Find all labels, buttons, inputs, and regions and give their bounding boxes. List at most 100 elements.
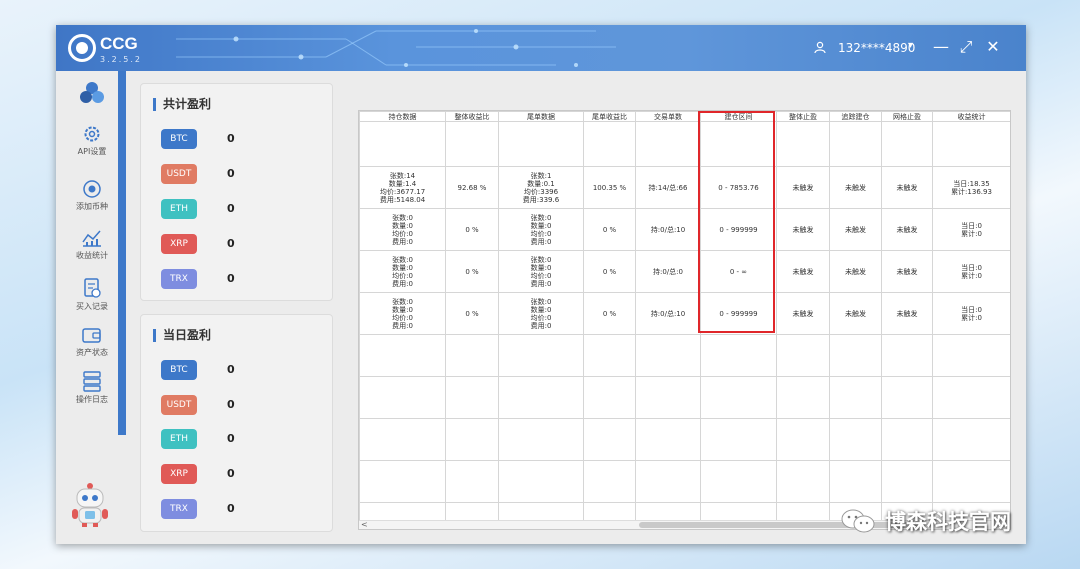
table-row[interactable]: 张数:0 数量:0 均价:0 费用:0 0 % 张数:0 数量:0 均价:0 费用:0 0 % 持:…	[359, 208, 1010, 251]
cell-line: 数量:0	[530, 263, 552, 272]
cell-line: 张数:0	[530, 213, 552, 222]
maximize-button[interactable]: ⤢	[956, 37, 976, 57]
range-cell: 0 - ∞	[700, 250, 777, 293]
overall-ratio-cell: 0 %	[445, 250, 499, 293]
panel-title: 共计盈利	[153, 98, 211, 111]
cell-line: 当日:0	[961, 221, 982, 230]
sidebar-item-add-coin[interactable]: 添加币种	[66, 179, 118, 212]
grid-cell: 未触发	[881, 166, 933, 209]
cell-line: 费用:0	[530, 237, 552, 246]
scroll-left-icon[interactable]: <	[361, 520, 368, 529]
cell-line: 累计:0	[961, 271, 982, 280]
coin-badge: XRP	[161, 234, 197, 254]
user-icon	[814, 41, 826, 53]
tail-ratio-cell: 0 %	[583, 292, 636, 335]
table-row[interactable]: 张数:0 数量:0 均价:0 费用:0 0 % 张数:0 数量:0 均价:0 费用:0 0 % 持:…	[359, 250, 1010, 293]
column-header: 尾单数据	[498, 111, 584, 122]
cell-line: 张数:0	[530, 255, 552, 264]
coin-badge: TRX	[161, 269, 197, 289]
app-name: CCG	[100, 34, 138, 53]
grid-cell: 未触发	[881, 292, 933, 335]
cell-line: 均价:0	[530, 313, 552, 322]
cell-line: 均价:0	[392, 313, 413, 322]
column-header: 交易单数	[635, 111, 701, 122]
gear-icon	[84, 126, 100, 142]
take-profit-cell: 未触发	[776, 292, 830, 335]
sidebar-accent-bar	[118, 71, 126, 435]
cell-line: 均价:3677.17	[379, 187, 426, 196]
position-cell: 张数:0 数量:0 均价:0 费用:0	[359, 208, 446, 251]
wechat-icon	[841, 509, 875, 533]
grid-cell: 未触发	[881, 208, 933, 251]
sidebar-item-asset-status[interactable]: 资产状态	[66, 325, 118, 358]
cell-line: 数量:0	[392, 221, 413, 230]
tail-ratio-cell: 0 %	[583, 250, 636, 293]
cell-line: 数量:0	[392, 305, 413, 314]
chart-icon	[82, 230, 101, 247]
coin-badge: TRX	[161, 499, 197, 519]
cell-line: 数量:0	[530, 221, 552, 230]
user-name[interactable]: 132****4890	[838, 41, 915, 55]
coin-badge: ETH	[161, 429, 197, 449]
coin-value: 0	[227, 237, 235, 250]
cell-line: 张数:0	[392, 255, 413, 264]
sidebar-item-api-settings[interactable]: API设置	[66, 124, 118, 157]
stats-cell: 当日:18.35 累计:136.93	[932, 166, 1010, 209]
coin-badge: ETH	[161, 199, 197, 219]
cell-line: 累计:0	[961, 229, 982, 238]
position-cell: 张数:0 数量:0 均价:0 费用:0	[359, 250, 446, 293]
sidebar-item-operation-log[interactable]: 操作日志	[66, 370, 118, 405]
minimize-button[interactable]: —	[931, 37, 951, 57]
cell-line: 费用:0	[530, 279, 552, 288]
app-window: CCG 3.2.5.2 132****4890 ▾ — ⤢ ✕ API设置 添加…	[56, 25, 1026, 544]
trace-cell: 未触发	[829, 250, 882, 293]
app-menu-icon[interactable]	[78, 80, 106, 108]
coin-value: 0	[227, 363, 235, 376]
range-cell: 0 - 999999	[700, 208, 777, 251]
table-row[interactable]: 张数:0 数量:0 均价:0 费用:0 0 % 张数:0 数量:0 均价:0 费用:0 0 % 持:…	[359, 292, 1010, 335]
sidebar-item-buy-records[interactable]: 买入记录	[66, 277, 118, 312]
stats-cell: 当日:0 累计:0	[932, 292, 1010, 335]
coin-badge: USDT	[161, 395, 197, 415]
orders-cell: 持:0/总:0	[635, 250, 701, 293]
sidebar-item-label: 操作日志	[76, 395, 108, 404]
cell-line: 费用:0	[392, 237, 413, 246]
cell-line: 数量:0.1	[527, 179, 555, 188]
trace-cell: 未触发	[829, 166, 882, 209]
orders-cell: 持:0/总:10	[635, 292, 701, 335]
chevron-down-icon[interactable]: ▾	[908, 40, 913, 51]
coin-value: 0	[227, 432, 235, 445]
coin-value: 0	[227, 132, 235, 145]
close-button[interactable]: ✕	[983, 37, 1003, 57]
tail-ratio-cell: 100.35 %	[583, 166, 636, 209]
column-header: 收益统计	[932, 111, 1010, 122]
trace-cell: 未触发	[829, 292, 882, 335]
cell-line: 张数:14	[389, 171, 416, 180]
tail-ratio-cell: 0 %	[583, 208, 636, 251]
coin-value: 0	[227, 467, 235, 480]
scrollbar-thumb[interactable]	[639, 522, 919, 528]
sidebar-item-label: 添加币种	[76, 202, 108, 211]
robot-mascot-icon	[72, 483, 108, 527]
cell-line: 当日:0	[961, 263, 982, 272]
position-cell: 张数:14 数量:1.4 均价:3677.17 费用:5148.04	[359, 166, 446, 209]
daily-profit-panel: 当日盈利 BTC 0 USDT 0 ETH 0 XRP 0 TRX 0	[140, 314, 333, 532]
sidebar-item-label: 资产状态	[76, 348, 108, 357]
tail-cell: 张数:1 数量:0.1 均价:3396 费用:339.6	[498, 166, 584, 209]
stats-cell: 当日:0 累计:0	[932, 208, 1010, 251]
sidebar-item-label: 买入记录	[76, 302, 108, 311]
sidebar-item-label: 收益统计	[76, 251, 108, 260]
table-row	[359, 121, 1010, 167]
strategy-table: 持仓数据 整体收益比 尾单数据 尾单收益比 交易单数 建仓区间 整体止盈 追踪建…	[358, 110, 1011, 530]
cell-line: 张数:0	[392, 297, 413, 306]
coin-value: 0	[227, 272, 235, 285]
take-profit-cell: 未触发	[776, 166, 830, 209]
table-row[interactable]: 张数:14 数量:1.4 均价:3677.17 费用:5148.04 92.68 % 张数…	[359, 166, 1010, 209]
tail-cell: 张数:0 数量:0 均价:0 费用:0	[498, 250, 584, 293]
cell-line: 数量:1.4	[388, 179, 417, 188]
sidebar-item-profit-stats[interactable]: 收益统计	[66, 228, 118, 261]
orders-cell: 持:14/总:66	[635, 166, 701, 209]
cell-line: 费用:339.6	[522, 195, 560, 204]
cell-line: 累计:0	[961, 313, 982, 322]
tail-cell: 张数:0 数量:0 均价:0 费用:0	[498, 208, 584, 251]
